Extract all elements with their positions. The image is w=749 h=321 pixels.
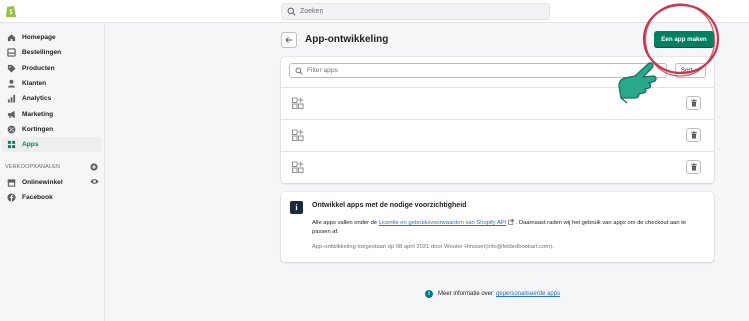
footer-prefix: Meer informatie over bbox=[438, 291, 494, 297]
sidebar-item-label: Producten bbox=[22, 64, 55, 72]
filter-placeholder: Filter apps bbox=[307, 67, 338, 74]
trash-icon bbox=[690, 99, 697, 107]
apps-icon bbox=[7, 140, 16, 149]
info-icon: i bbox=[290, 201, 303, 214]
analytics-icon bbox=[7, 94, 16, 103]
sidebar-item-label: Analytics bbox=[22, 95, 52, 103]
sidebar-item-customers[interactable]: Klanten bbox=[0, 76, 104, 91]
search-placeholder: Zoeken bbox=[300, 8, 324, 15]
info-body-prefix: Alle apps vallen onder de bbox=[312, 220, 379, 226]
sales-channels-header: VERKOOPKANALEN bbox=[0, 160, 104, 174]
sidebar-item-label: Kortingen bbox=[22, 125, 54, 133]
external-link-icon bbox=[508, 219, 514, 225]
search-icon bbox=[295, 67, 303, 75]
app-placeholder-icon bbox=[292, 161, 304, 173]
info-body: Alle apps vallen onder de Licentie en ge… bbox=[312, 219, 704, 237]
sidebar-item-label: Klanten bbox=[22, 80, 47, 88]
section-title: VERKOOPKANALEN bbox=[5, 164, 61, 171]
info-circle-icon: i bbox=[425, 290, 433, 298]
store-icon bbox=[7, 178, 16, 187]
add-channel-icon[interactable] bbox=[90, 163, 98, 171]
info-title: Ontwikkel apps met de nodige voorzichtig… bbox=[312, 202, 467, 209]
page-title: App-ontwikkeling bbox=[305, 34, 389, 45]
search-bar[interactable]: Zoeken bbox=[281, 3, 550, 20]
sidebar: Homepage Bestellingen Producten Klanten … bbox=[0, 24, 105, 321]
sidebar-item-label: Apps bbox=[22, 141, 39, 149]
app-row[interactable] bbox=[281, 119, 714, 150]
sidebar-item-online-store[interactable]: Onlinewinkel bbox=[0, 174, 104, 189]
info-card: i Ontwikkel apps met de nodige voorzicht… bbox=[281, 192, 714, 262]
discount-icon bbox=[7, 125, 16, 134]
app-placeholder-icon bbox=[292, 97, 304, 109]
top-bar: Zoeken bbox=[0, 0, 749, 23]
sidebar-item-analytics[interactable]: Analytics bbox=[0, 91, 104, 106]
sidebar-item-label: Marketing bbox=[22, 110, 54, 118]
sidebar-item-label: Facebook bbox=[22, 193, 53, 201]
sidebar-item-discounts[interactable]: Kortingen bbox=[0, 122, 104, 137]
delete-button[interactable] bbox=[686, 160, 701, 174]
shopify-logo[interactable] bbox=[5, 4, 17, 18]
api-terms-link[interactable]: Licentie en gebruiksvoorwaarden van Shop… bbox=[379, 220, 507, 226]
custom-apps-link[interactable]: gepersonaliseerde apps bbox=[496, 291, 560, 297]
arrow-left-icon bbox=[285, 37, 293, 43]
trash-icon bbox=[690, 163, 697, 171]
delete-button[interactable] bbox=[686, 128, 701, 142]
orders-icon bbox=[7, 48, 16, 58]
permission-meta: App-ontwikkeling toegestaan op 08 april … bbox=[312, 244, 554, 250]
delete-button[interactable] bbox=[686, 96, 701, 110]
search-icon bbox=[287, 7, 296, 16]
sidebar-item-label: Homepage bbox=[22, 34, 56, 42]
sidebar-item-label: Bestellingen bbox=[22, 49, 62, 57]
pointing-hand-icon bbox=[618, 62, 657, 104]
trash-icon bbox=[690, 131, 697, 139]
sidebar-item-apps[interactable]: Apps bbox=[2, 137, 102, 153]
sidebar-item-label: Onlinewinkel bbox=[22, 178, 63, 186]
sidebar-item-facebook[interactable]: Facebook bbox=[0, 190, 104, 205]
home-icon bbox=[7, 33, 16, 42]
app-row[interactable] bbox=[281, 151, 714, 182]
footer-help: i Meer informatie over gepersonaliseerde… bbox=[425, 290, 560, 298]
facebook-icon bbox=[7, 193, 16, 202]
megaphone-icon bbox=[7, 110, 16, 119]
sidebar-item-products[interactable]: Producten bbox=[0, 61, 104, 76]
filter-apps-input[interactable]: Filter apps bbox=[289, 63, 667, 78]
tag-icon bbox=[7, 64, 16, 73]
eye-icon[interactable] bbox=[90, 177, 99, 186]
sidebar-item-marketing[interactable]: Marketing bbox=[0, 106, 104, 121]
sidebar-item-homepage[interactable]: Homepage bbox=[0, 30, 104, 45]
sidebar-item-orders[interactable]: Bestellingen bbox=[0, 45, 104, 60]
person-icon bbox=[7, 79, 16, 88]
app-placeholder-icon bbox=[292, 129, 304, 141]
back-button[interactable] bbox=[281, 32, 297, 48]
